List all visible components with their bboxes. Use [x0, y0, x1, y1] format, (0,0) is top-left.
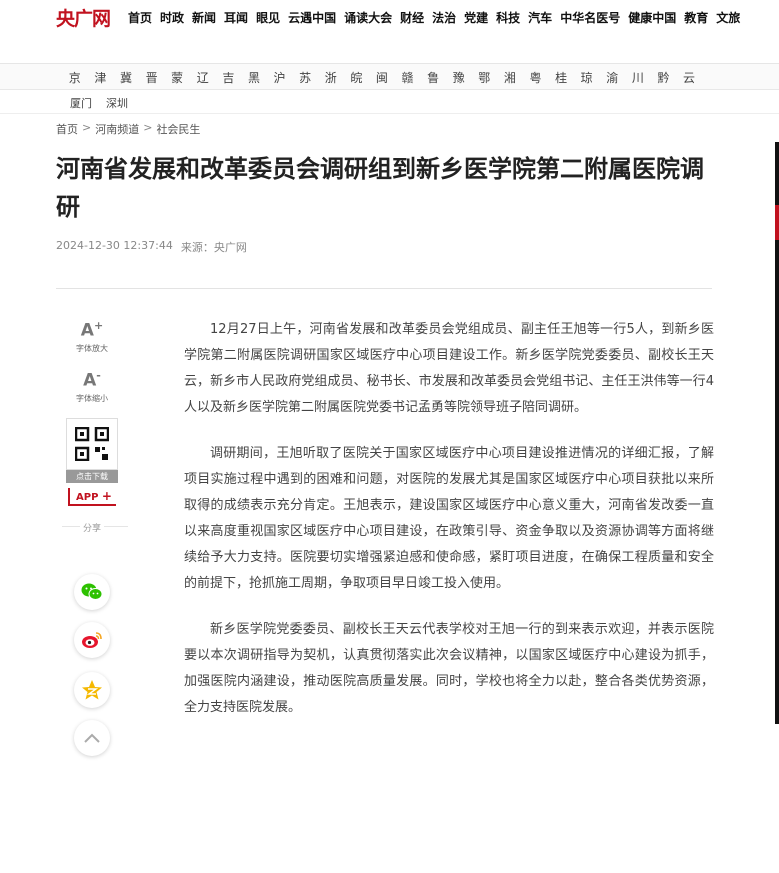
province-link[interactable]: 沪	[267, 69, 293, 86]
weibo-icon	[82, 632, 102, 648]
province-link[interactable]: 云	[676, 69, 702, 86]
nav-item[interactable]: 时政	[160, 9, 184, 26]
article-meta: 2024-12-30 12:37:44 来源：央广网	[56, 239, 247, 255]
province-link[interactable]: 津	[88, 69, 114, 86]
province-link[interactable]: 浙	[318, 69, 344, 86]
nav-item[interactable]: 首页	[128, 9, 152, 26]
breadcrumb: 首页 > 河南频道 > 社会民生	[56, 121, 200, 137]
article-title: 河南省发展和改革委员会调研组到新乡医学院第二附属医院调研	[56, 155, 704, 221]
font-decrease-label: 字体缩小	[76, 393, 108, 403]
province-link[interactable]: 赣	[395, 69, 421, 86]
plus-icon: +	[101, 489, 112, 503]
nav-item[interactable]: 健康中国	[628, 9, 676, 26]
province-link[interactable]: 湘	[497, 69, 523, 86]
city-links: 厦门 深圳	[70, 95, 128, 111]
wechat-icon	[81, 583, 103, 600]
province-link[interactable]: 川	[625, 69, 651, 86]
nav-item[interactable]: 文旅	[716, 9, 740, 26]
qr-code-icon[interactable]	[66, 418, 118, 470]
nav-item[interactable]: 新闻	[192, 9, 216, 26]
top-nav: 央广网 首页 时政 新闻 耳闻 眼见 云遇中国 诵读大会 财经 法治 党建 科技 汽车 中华名医号 健康中…	[0, 0, 779, 36]
side-ad-accent	[775, 205, 779, 240]
article-paragraph: 调研期间，王旭听取了医院关于国家区域医疗中心项目建设推进情况的详细汇报，了解项目…	[184, 446, 714, 591]
app-badge[interactable]: APP +	[68, 488, 116, 506]
weibo-share-button[interactable]	[74, 622, 110, 658]
province-link[interactable]: 桂	[548, 69, 574, 86]
font-increase-icon: A	[80, 320, 94, 341]
app-label: APP	[76, 492, 99, 503]
nav-item[interactable]: 党建	[464, 9, 488, 26]
province-link[interactable]: 晋	[139, 69, 165, 86]
province-link[interactable]: 黔	[651, 69, 677, 86]
nav-item[interactable]: 法治	[432, 9, 456, 26]
province-link[interactable]: 蒙	[164, 69, 190, 86]
divider	[0, 113, 779, 114]
article-body: 12月27日上午，河南省发展和改革委员会党组成员、副主任王旭等一行5人，到新乡医…	[184, 317, 714, 741]
breadcrumb-separator: >	[143, 121, 153, 134]
breadcrumb-item-category[interactable]: 社会民生	[156, 121, 200, 137]
province-link[interactable]: 鄂	[472, 69, 498, 86]
province-link[interactable]: 琼	[574, 69, 600, 86]
nav-item[interactable]: 汽车	[528, 9, 552, 26]
chevron-up-icon	[84, 733, 100, 743]
wechat-share-button[interactable]	[74, 574, 110, 610]
province-links: 京津冀晋蒙辽吉黑沪苏浙皖闽赣鲁豫鄂湘粤桂琼渝川黔云	[62, 69, 702, 86]
province-link[interactable]: 冀	[113, 69, 139, 86]
minus-icon: -	[96, 369, 101, 382]
font-decrease-button[interactable]: A- 字体缩小	[56, 366, 128, 404]
city-link[interactable]: 厦门	[70, 95, 92, 111]
nav-item[interactable]: 中华名医号	[560, 9, 620, 26]
province-link[interactable]: 粤	[523, 69, 549, 86]
qzone-icon	[82, 680, 102, 700]
font-increase-button[interactable]: A+ 字体放大	[56, 316, 128, 354]
font-decrease-icon: A	[83, 370, 97, 391]
font-increase-label: 字体放大	[76, 343, 108, 353]
province-link[interactable]: 京	[62, 69, 88, 86]
province-link[interactable]: 皖	[344, 69, 370, 86]
share-text: 分享	[79, 524, 104, 534]
breadcrumb-item-home[interactable]: 首页	[56, 121, 78, 137]
plus-icon: +	[93, 319, 104, 332]
article-paragraph: 新乡医学院党委委员、副校长王天云代表学校对王旭一行的到来表示欢迎，并表示医院要以…	[184, 622, 714, 715]
nav-item[interactable]: 眼见	[256, 9, 280, 26]
breadcrumb-separator: >	[82, 121, 92, 134]
province-link[interactable]: 吉	[216, 69, 242, 86]
province-link[interactable]: 渝	[599, 69, 625, 86]
qzone-share-button[interactable]	[74, 672, 110, 708]
province-link[interactable]: 闽	[369, 69, 395, 86]
nav-item[interactable]: 诵读大会	[344, 9, 392, 26]
province-link[interactable]: 豫	[446, 69, 472, 86]
main-nav: 首页 时政 新闻 耳闻 眼见 云遇中国 诵读大会 财经 法治 党建 科技 汽车 中华名医号 健康中国 教育文…	[128, 9, 748, 26]
city-link[interactable]: 深圳	[106, 95, 128, 111]
back-to-top-button[interactable]	[74, 720, 110, 756]
province-link[interactable]: 鲁	[420, 69, 446, 86]
nav-item[interactable]: 耳闻	[224, 9, 248, 26]
nav-item[interactable]: 云遇中国	[288, 9, 336, 26]
divider	[56, 288, 712, 289]
download-label[interactable]: 点击下载	[66, 470, 118, 483]
province-link[interactable]: 黑	[241, 69, 267, 86]
site-logo[interactable]: 央广网	[56, 6, 111, 30]
breadcrumb-item-channel[interactable]: 河南频道	[95, 121, 139, 137]
article-datetime: 2024-12-30 12:37:44	[56, 239, 173, 252]
article-source: 来源：央广网	[180, 241, 247, 254]
province-link[interactable]: 辽	[190, 69, 216, 86]
nav-item[interactable]: 财经	[400, 9, 424, 26]
share-label: 分享	[56, 521, 128, 534]
article-paragraph: 12月27日上午，河南省发展和改革委员会党组成员、副主任王旭等一行5人，到新乡医…	[184, 322, 714, 415]
nav-item[interactable]: 教育	[684, 9, 708, 26]
province-link[interactable]: 苏	[292, 69, 318, 86]
nav-item[interactable]: 科技	[496, 9, 520, 26]
